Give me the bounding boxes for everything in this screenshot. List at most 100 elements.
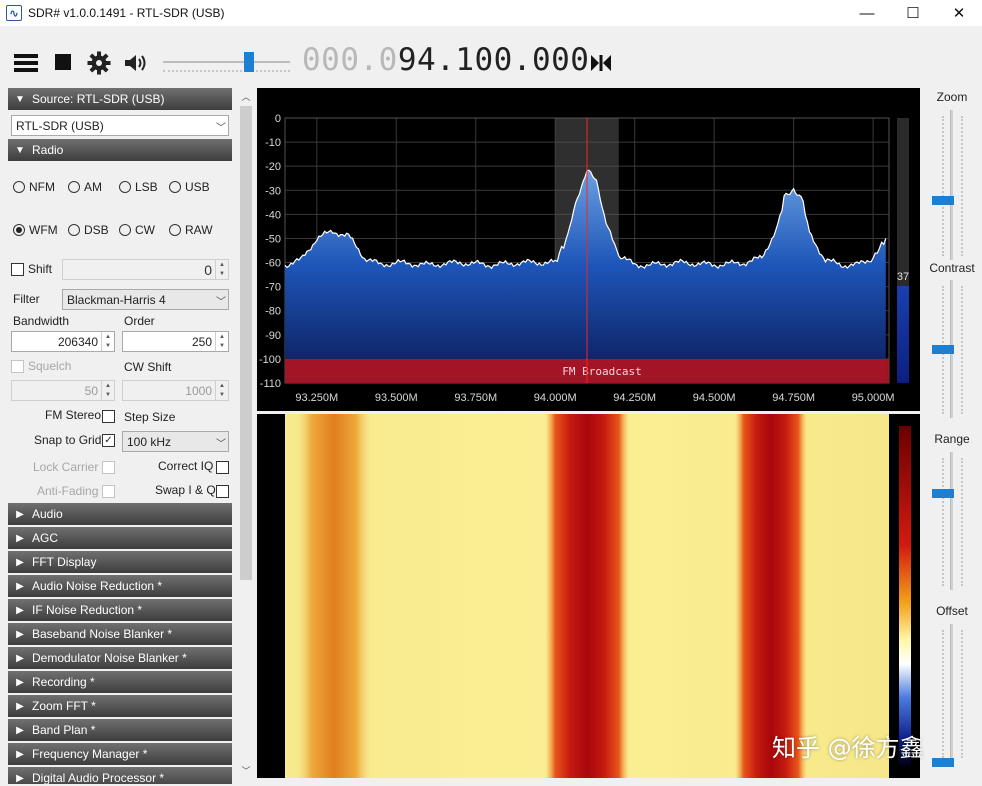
snap-to-grid-checkbox[interactable]: ✓ bbox=[102, 434, 115, 447]
mode-label: DSB bbox=[84, 223, 109, 237]
center-tune-icon bbox=[591, 55, 611, 71]
mode-label: WFM bbox=[29, 223, 58, 237]
spectrum-plot[interactable]: FM Broadcast 0 -10 -20 -30 -40 -50 -60 -70 -80 -9… bbox=[257, 88, 920, 411]
filter-select[interactable]: Blackman-Harris 4 ﹀ bbox=[62, 289, 229, 310]
offset-slider-thumb[interactable] bbox=[932, 758, 954, 767]
mode-radio-am[interactable]: AM bbox=[68, 180, 102, 194]
zoom-label: Zoom bbox=[936, 90, 968, 104]
range-ticks-right bbox=[961, 458, 964, 586]
plugin-section-header[interactable]: ▶ Baseband Noise Blanker * bbox=[8, 623, 232, 645]
stop-button[interactable] bbox=[52, 51, 74, 73]
correct-iq-label: Correct IQ bbox=[158, 459, 214, 473]
plugin-section-header[interactable]: ▶ Frequency Manager * bbox=[8, 743, 232, 765]
y-tick-label: -100 bbox=[259, 354, 281, 366]
checkmark-icon: ✓ bbox=[104, 434, 113, 446]
plugin-label: FFT Display bbox=[32, 555, 97, 569]
cw-shift-input[interactable]: 1000 ▲ ▼ bbox=[122, 380, 229, 401]
radio-circle-icon bbox=[169, 181, 181, 193]
maximize-button[interactable]: ☐ bbox=[890, 0, 936, 26]
shift-checkbox[interactable] bbox=[11, 263, 24, 276]
x-tick-label: 95.000M bbox=[852, 392, 895, 404]
plugin-section-header[interactable]: ▶ Zoom FFT * bbox=[8, 695, 232, 717]
mode-radio-raw[interactable]: RAW bbox=[169, 223, 213, 237]
step-size-select[interactable]: 100 kHz ﹀ bbox=[122, 431, 229, 452]
minimize-button[interactable]: — bbox=[844, 0, 890, 26]
range-slider-thumb[interactable] bbox=[932, 489, 954, 499]
offset-ticks-right bbox=[961, 630, 964, 758]
waterfall-display[interactable] bbox=[257, 414, 920, 778]
plugin-section-header[interactable]: ▶ FFT Display bbox=[8, 551, 232, 573]
y-axis-ticks: 0 -10 -20 -30 -40 -50 -60 -70 -80 -90 -100 -110 bbox=[259, 113, 281, 390]
frequency-digits[interactable]: 94.100.000 bbox=[398, 42, 590, 78]
shift-value-input[interactable]: 0 ▲ ▼ bbox=[62, 259, 229, 280]
hamburger-icon bbox=[14, 54, 38, 72]
radio-circle-icon bbox=[13, 181, 25, 193]
plugin-label: Audio bbox=[32, 507, 63, 521]
frequency-display[interactable]: 000.094.100.000 bbox=[302, 42, 589, 78]
mode-radio-wfm[interactable]: WFM bbox=[13, 223, 58, 237]
mode-radio-cw[interactable]: CW bbox=[119, 223, 155, 237]
expand-arrow-icon: ▶ bbox=[16, 508, 24, 520]
plugin-section-header[interactable]: ▶ Demodulator Noise Blanker * bbox=[8, 647, 232, 669]
plugin-section-header[interactable]: ▶ Audio Noise Reduction * bbox=[8, 575, 232, 597]
mode-radio-usb[interactable]: USB bbox=[169, 180, 210, 194]
range-slider-track[interactable] bbox=[950, 452, 953, 590]
lock-carrier-checkbox[interactable] bbox=[102, 461, 115, 474]
shift-label: Shift bbox=[28, 262, 53, 276]
mode-radio-nfm[interactable]: NFM bbox=[13, 180, 55, 194]
bandwidth-input[interactable]: 206340 ▲ ▼ bbox=[11, 331, 115, 352]
scrollbar-thumb[interactable] bbox=[240, 106, 252, 580]
settings-button[interactable] bbox=[86, 50, 112, 76]
source-section-header[interactable]: ▼ Source: RTL-SDR (USB) bbox=[8, 88, 232, 110]
y-tick-label: -50 bbox=[265, 233, 281, 245]
plugin-section-header[interactable]: ▶ AGC bbox=[8, 527, 232, 549]
scroll-up-icon[interactable]: ︿ bbox=[238, 90, 254, 103]
y-tick-label: -30 bbox=[265, 185, 281, 197]
volume-slider-track[interactable] bbox=[163, 61, 290, 63]
plugin-section-header[interactable]: ▶ Band Plan * bbox=[8, 719, 232, 741]
fm-stereo-checkbox[interactable] bbox=[102, 410, 115, 423]
order-label: Order bbox=[124, 314, 155, 328]
source-device-select[interactable]: RTL-SDR (USB) ﹀ bbox=[11, 115, 229, 136]
tuning-mode-button[interactable] bbox=[588, 52, 614, 74]
mode-radio-lsb[interactable]: LSB bbox=[119, 180, 158, 194]
plugin-label: Baseband Noise Blanker * bbox=[32, 627, 173, 641]
gear-icon bbox=[87, 51, 111, 75]
menu-button[interactable] bbox=[12, 50, 40, 76]
zoom-slider-track[interactable] bbox=[950, 110, 953, 260]
plugin-label: Digital Audio Processor * bbox=[32, 771, 165, 784]
mode-label: NFM bbox=[29, 180, 55, 194]
scroll-down-icon[interactable]: ﹀ bbox=[238, 764, 254, 777]
contrast-slider-thumb[interactable] bbox=[932, 345, 954, 354]
snap-to-grid-label: Snap to Grid bbox=[34, 433, 102, 447]
anti-fading-checkbox[interactable] bbox=[102, 485, 115, 498]
plugin-label: AGC bbox=[32, 531, 59, 545]
order-input[interactable]: 250 ▲ ▼ bbox=[122, 331, 229, 352]
mode-radio-dsb[interactable]: DSB bbox=[68, 223, 109, 237]
chevron-down-icon: ﹀ bbox=[216, 123, 226, 134]
spinner-icon: ▲ ▼ bbox=[215, 260, 228, 279]
mute-button[interactable] bbox=[122, 50, 150, 76]
spectrum-analyzer[interactable]: FM Broadcast 0 -10 -20 -30 -40 -50 -60 -70 -80 -9… bbox=[257, 88, 920, 411]
collapse-arrow-icon: ▼ bbox=[15, 93, 25, 105]
radio-circle-icon bbox=[68, 181, 80, 193]
plugin-section-header[interactable]: ▶ Recording * bbox=[8, 671, 232, 693]
plugin-section-header[interactable]: ▶ Digital Audio Processor * bbox=[8, 767, 232, 784]
offset-slider-track[interactable] bbox=[950, 624, 953, 762]
frequency-leading-zeros: 000.0 bbox=[302, 42, 398, 78]
squelch-checkbox[interactable] bbox=[11, 360, 24, 373]
radio-section-header[interactable]: ▼ Radio bbox=[8, 139, 232, 161]
swap-iq-checkbox[interactable] bbox=[216, 485, 229, 498]
squelch-input[interactable]: 50 ▲ ▼ bbox=[11, 380, 115, 401]
plugin-label: IF Noise Reduction * bbox=[32, 603, 143, 617]
close-button[interactable]: ✕ bbox=[936, 0, 982, 26]
left-panel-scrollbar[interactable]: ︿ ﹀ bbox=[238, 88, 254, 780]
correct-iq-checkbox[interactable] bbox=[216, 461, 229, 474]
volume-slider-thumb[interactable] bbox=[244, 52, 255, 72]
plugin-section-header[interactable]: ▶ Audio bbox=[8, 503, 232, 525]
zoom-slider-thumb[interactable] bbox=[932, 196, 954, 205]
waterfall-plot[interactable] bbox=[257, 414, 920, 778]
plugin-section-header[interactable]: ▶ IF Noise Reduction * bbox=[8, 599, 232, 621]
expand-arrow-icon: ▶ bbox=[16, 532, 24, 544]
bandwidth-label: Bandwidth bbox=[13, 314, 70, 328]
